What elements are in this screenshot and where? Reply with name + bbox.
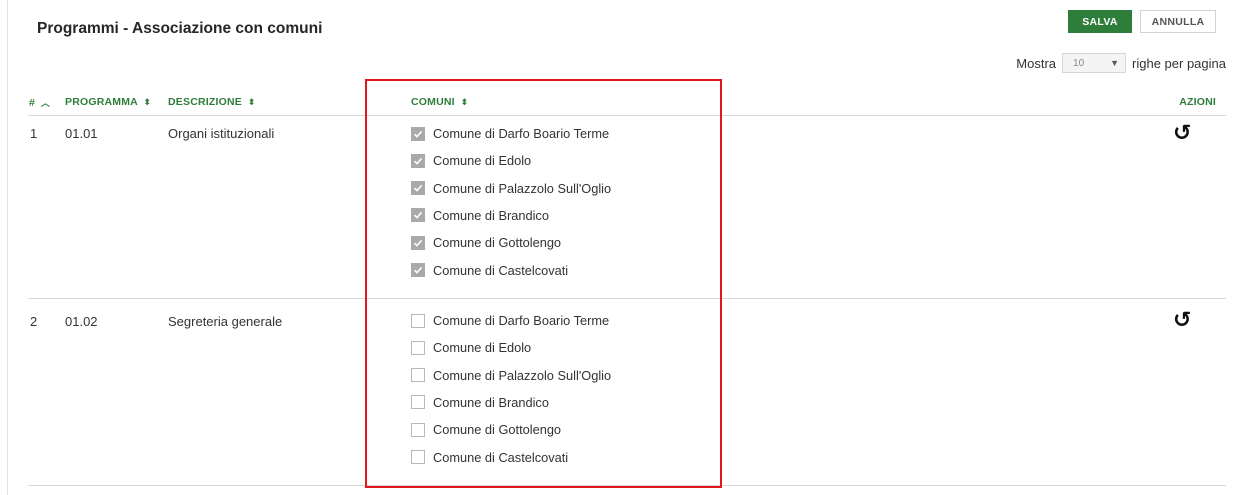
undo-icon[interactable]: ↺ xyxy=(1173,309,1191,331)
row-index: 1 xyxy=(30,126,38,141)
rows-per-page-label: righe per pagina xyxy=(1132,55,1226,71)
column-header-descrizione[interactable]: DESCRIZIONE ⬍ xyxy=(168,96,256,108)
save-button[interactable]: SALVA xyxy=(1068,10,1132,33)
sort-asc-icon: ︿ xyxy=(38,98,51,108)
row-programma: 01.02 xyxy=(65,314,98,329)
column-header-descrizione-label: DESCRIZIONE xyxy=(168,96,242,108)
show-label: Mostra xyxy=(1016,55,1057,71)
row-descrizione: Segreteria generale xyxy=(168,314,283,329)
cancel-button[interactable]: ANNULLA xyxy=(1140,10,1216,33)
highlight-box xyxy=(365,79,722,488)
pagination-control: Mostra 10 ▼ righe per pagina xyxy=(1016,53,1226,73)
row-index: 2 xyxy=(30,314,38,329)
rows-per-page-value: 10 xyxy=(1073,57,1085,69)
column-header-index-label: # xyxy=(29,97,36,109)
column-header-azioni: AZIONI xyxy=(1179,96,1216,108)
column-header-programma-label: PROGRAMMA xyxy=(65,96,138,108)
sort-icon: ⬍ xyxy=(140,97,152,107)
row-programma: 01.01 xyxy=(65,126,98,141)
column-header-programma[interactable]: PROGRAMMA ⬍ xyxy=(65,96,151,108)
sort-icon: ⬍ xyxy=(245,97,256,107)
column-header-index[interactable]: # ︿ xyxy=(29,96,50,109)
dropdown-arrow-icon: ▼ xyxy=(1110,58,1120,68)
page-title: Programmi - Associazione con comuni xyxy=(37,20,323,37)
left-border xyxy=(7,0,8,495)
row-descrizione: Organi istituzionali xyxy=(168,126,275,141)
rows-per-page-select[interactable]: 10 ▼ xyxy=(1062,53,1127,73)
undo-icon[interactable]: ↺ xyxy=(1173,122,1191,144)
